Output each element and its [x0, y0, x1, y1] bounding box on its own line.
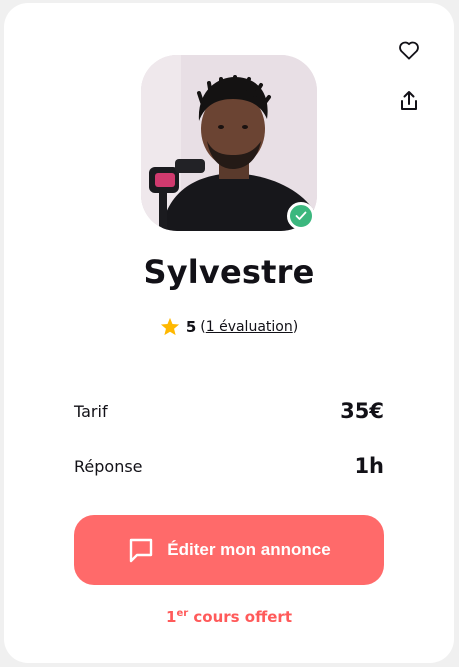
rating: 5 (1 évaluation) [4, 317, 454, 336]
price-label: Tarif [74, 401, 108, 421]
response-label: Réponse [74, 456, 143, 476]
avatar [141, 55, 317, 231]
offer-text: cours offert [188, 608, 292, 626]
tutor-name: Sylvestre [143, 253, 315, 291]
reviews-link[interactable]: 1 évaluation [206, 319, 293, 335]
response-value: 1h [354, 454, 384, 478]
tutor-card: Sylvestre 5 (1 évaluation) Tarif 35€ Rép… [4, 3, 454, 663]
edit-listing-button[interactable]: Éditer mon annonce [74, 515, 384, 585]
avatar-container [141, 55, 317, 231]
response-row: Réponse 1h [74, 454, 384, 478]
verified-badge [287, 202, 315, 230]
share-icon [401, 91, 417, 110]
check-icon [295, 211, 307, 220]
avatar-photo [141, 55, 317, 231]
favorite-button[interactable] [395, 36, 423, 64]
free-lesson-text: 1er cours offert [4, 608, 454, 626]
heart-icon [399, 41, 419, 60]
price-value: 35€ [340, 399, 384, 423]
offer-number: 1 [166, 608, 177, 626]
paren-close: ) [292, 318, 299, 335]
star-icon [160, 317, 179, 336]
price-row: Tarif 35€ [74, 399, 384, 423]
share-button[interactable] [395, 87, 423, 115]
rating-score: 5 [185, 317, 197, 336]
offer-superscript: er [176, 608, 189, 619]
message-icon [130, 538, 153, 563]
edit-listing-label: Éditer mon annonce [167, 540, 331, 559]
